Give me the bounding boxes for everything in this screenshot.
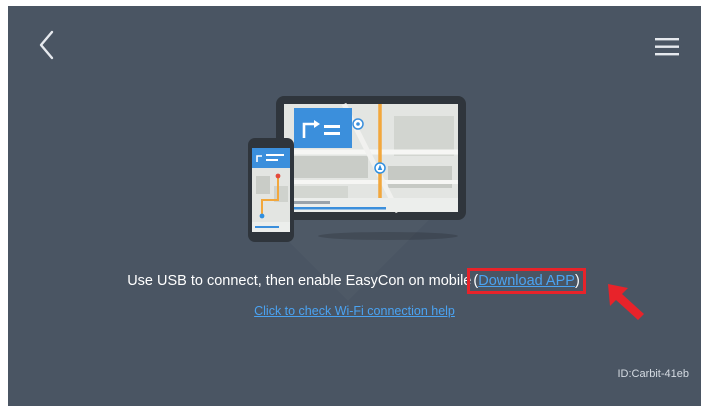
device-id: ID:Carbit-41eb: [617, 368, 689, 380]
wifi-help: Click to check Wi-Fi connection help: [8, 304, 701, 318]
tablet-and-phone-navigation-illustration: [248, 96, 466, 242]
download-app-highlight: (Download APP): [467, 268, 586, 294]
menu-button[interactable]: [654, 36, 680, 58]
instruction-label: Use USB to connect, then enable EasyCon …: [127, 273, 472, 289]
back-button[interactable]: [36, 28, 58, 62]
close-paren: ): [574, 273, 580, 289]
instruction-text: Use USB to connect, then enable EasyCon …: [8, 268, 701, 294]
download-app-link[interactable]: Download APP: [478, 273, 575, 289]
wifi-help-link[interactable]: Click to check Wi-Fi connection help: [254, 304, 455, 318]
red-pointer-arrow-icon: [608, 284, 644, 320]
chevron-left-icon: [39, 30, 54, 60]
app-screen: Use USB to connect, then enable EasyCon …: [8, 6, 701, 406]
hamburger-menu-icon: [655, 38, 679, 56]
